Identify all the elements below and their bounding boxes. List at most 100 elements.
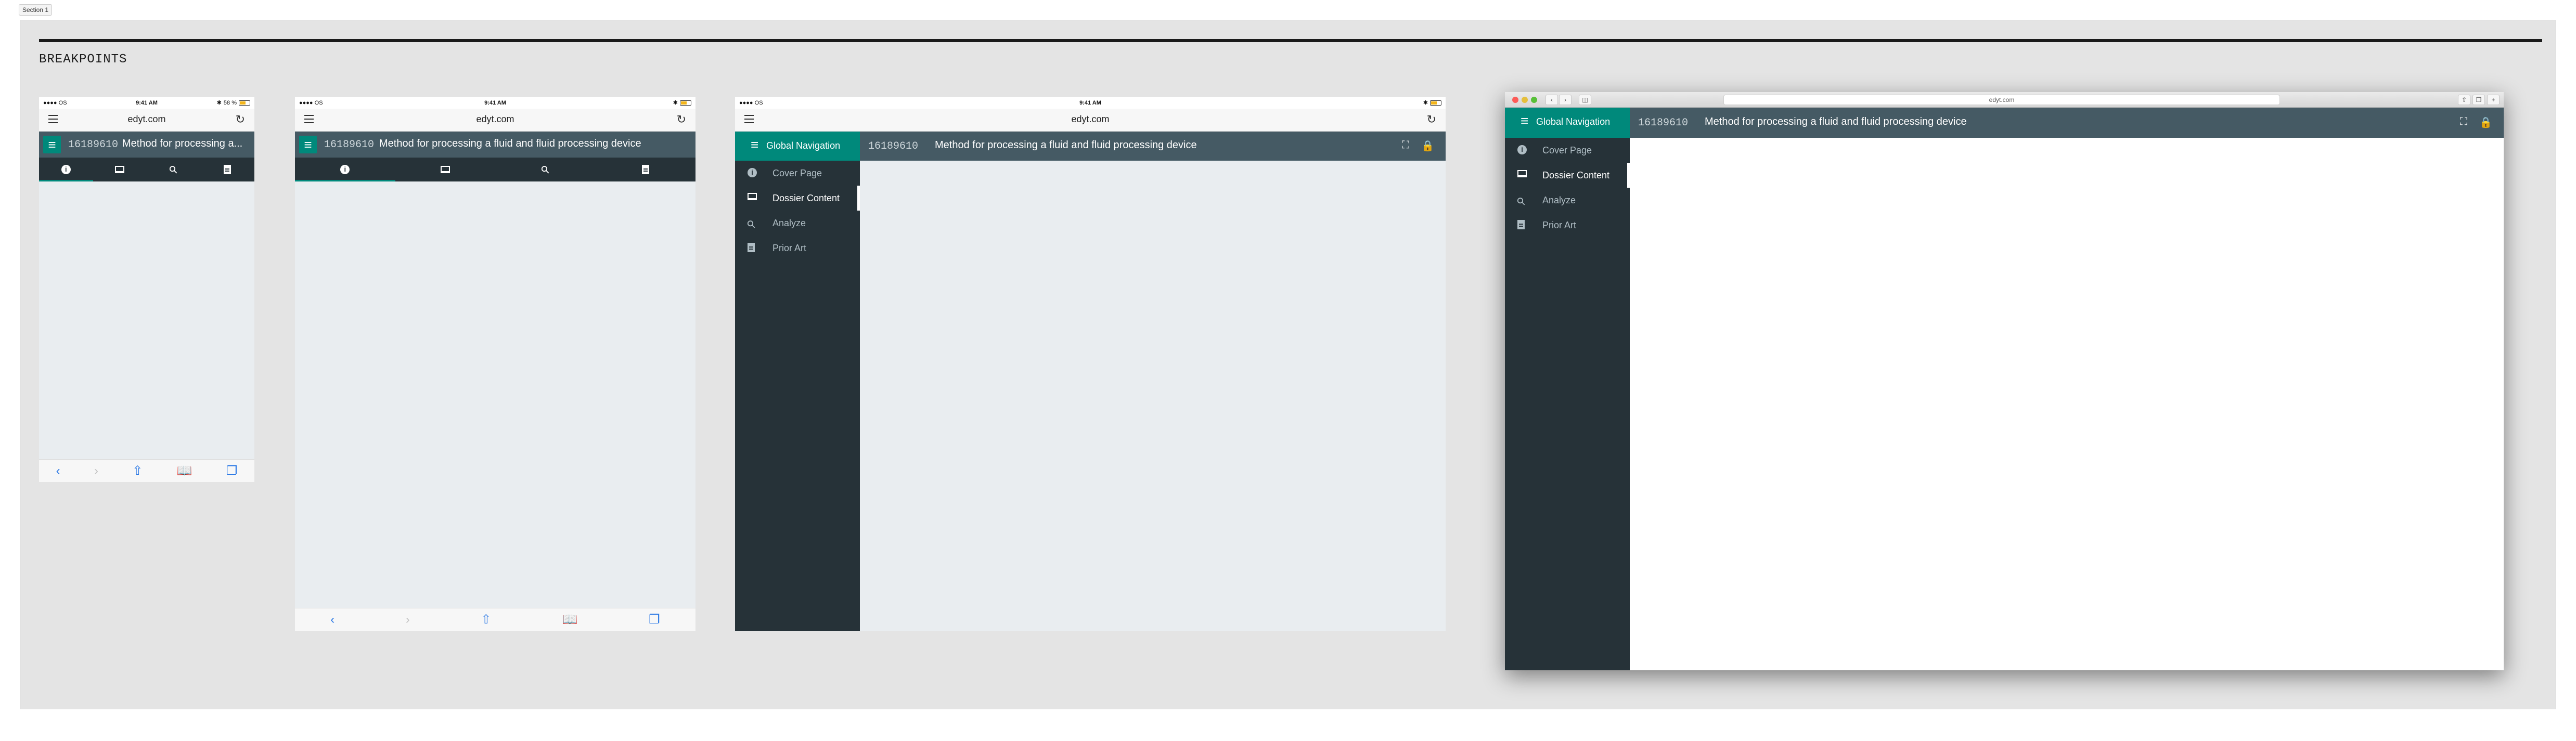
status-bar: ●●●● OS 9:41 AM ✱ 58 % (39, 97, 254, 109)
document-icon (1517, 220, 1525, 229)
nav-item-label: Dossier Content (1542, 170, 1610, 180)
nav-item-label: Dossier Content (772, 193, 840, 203)
tab-bar: i ⚲ (39, 158, 254, 181)
lock-icon[interactable]: 🔒 (2479, 116, 2492, 129)
safari-toolbar: ‹ › ⇧ 📖 ❐ (295, 608, 695, 631)
nav-item-label: Cover Page (772, 168, 822, 178)
forward-icon[interactable]: › (406, 613, 410, 627)
url-text[interactable]: edyt.com (735, 114, 1446, 125)
nav-item-label: Prior Art (1542, 220, 1577, 230)
reload-icon[interactable]: ↻ (677, 113, 686, 126)
desktop-browser-frame: ‹ › ◫ edyt.com ⇧ ❐ + 16189610 Method for… (1505, 92, 2504, 670)
url-bar[interactable]: edyt.com ↻ (295, 109, 695, 132)
reload-icon[interactable]: ↻ (236, 113, 245, 126)
tabs-icon[interactable]: ❐ (226, 463, 238, 478)
nav-item-dossier-content[interactable]: Dossier Content (1505, 163, 1630, 188)
back-icon[interactable]: ‹ (56, 464, 60, 478)
tab-cover-page[interactable]: i (39, 158, 93, 181)
status-bar: ●●●● OS 9:41 AM ✱ (295, 97, 695, 109)
global-nav-header[interactable]: ≡ Global Navigation (735, 132, 860, 161)
search-icon: ⚲ (167, 163, 181, 177)
info-icon: i (61, 165, 71, 174)
global-nav-label: Global Navigation (766, 140, 841, 151)
share-icon[interactable]: ⇧ (481, 612, 491, 627)
bluetooth-icon: ✱ (673, 100, 678, 106)
nav-item-dossier-content[interactable]: Dossier Content (735, 186, 860, 211)
zoom-window-icon[interactable] (1531, 97, 1537, 103)
nav-item-label: Cover Page (1542, 145, 1592, 155)
info-icon: i (748, 168, 757, 177)
tabs-icon[interactable]: ❐ (649, 612, 660, 627)
dossier-icon (1517, 170, 1527, 177)
page-heading: BREAKPOINTS (39, 53, 127, 67)
tab-dossier[interactable] (395, 158, 496, 181)
battery-icon (1430, 100, 1441, 106)
nav-item-cover-page[interactable]: i Cover Page (1505, 138, 1630, 163)
nav-item-prior-art[interactable]: Prior Art (1505, 213, 1630, 238)
tab-dossier[interactable] (93, 158, 147, 181)
patent-number: 16189610 (868, 140, 919, 152)
fullscreen-icon[interactable]: ⛶ (2460, 116, 2467, 128)
search-icon: ⚲ (538, 163, 552, 177)
url-text[interactable]: edyt.com (295, 114, 695, 125)
menu-button[interactable] (299, 136, 317, 153)
dossier-icon (748, 193, 757, 200)
minimize-window-icon[interactable] (1522, 97, 1528, 103)
url-text[interactable]: edyt.com (39, 114, 254, 125)
tab-prior-art[interactable] (596, 158, 696, 181)
patent-title: Method for processing a fluid and fluid … (935, 139, 1197, 151)
patent-number: 16189610 (68, 139, 119, 151)
browser-chrome: ‹ › ◫ edyt.com ⇧ ❐ + (1505, 92, 2504, 108)
global-nav-header[interactable]: ≡ Global Navigation (1505, 108, 1630, 138)
back-icon[interactable]: ‹ (1545, 95, 1558, 105)
tab-bar: i ⚲ (295, 158, 695, 181)
info-icon: i (340, 165, 350, 174)
forward-icon[interactable]: › (1559, 95, 1572, 105)
tab-analyze[interactable]: ⚲ (147, 158, 201, 181)
menu-icon[interactable]: ≡ (1521, 113, 1528, 129)
global-navigation: ≡ Global Navigation i Cover Page Dossier C… (735, 132, 860, 631)
sidebar-icon[interactable]: ◫ (1579, 95, 1591, 105)
nav-item-analyze[interactable]: ⚲ Analyze (735, 211, 860, 236)
back-icon[interactable]: ‹ (330, 613, 334, 627)
patent-number: 16189610 (324, 139, 375, 151)
fullscreen-icon[interactable]: ⛶ (1402, 139, 1409, 151)
reload-icon[interactable]: ↻ (1427, 113, 1436, 126)
lock-icon[interactable]: 🔒 (1421, 139, 1434, 152)
phone-large-frame: ●●●● OS 9:41 AM ✱ edyt.com ↻ 16189610 Me… (295, 97, 695, 631)
document-icon (748, 243, 755, 252)
menu-button[interactable] (43, 136, 61, 153)
tabs-icon[interactable]: ❐ (2472, 95, 2485, 105)
document-icon (224, 165, 231, 174)
patent-title: Method for processing a... (122, 138, 243, 149)
tab-analyze[interactable]: ⚲ (495, 158, 596, 181)
patent-number: 16189610 (1638, 117, 1689, 129)
share-icon[interactable]: ⇧ (2458, 95, 2470, 105)
tablet-frame: ●●●● OS 9:41 AM ✱ edyt.com ↻ 16189610 Me… (735, 97, 1446, 631)
close-window-icon[interactable] (1512, 97, 1518, 103)
bookmarks-icon[interactable]: 📖 (177, 463, 192, 478)
search-icon: ⚲ (1514, 194, 1528, 209)
url-bar[interactable]: edyt.com ↻ (735, 109, 1446, 132)
patent-title: Method for processing a fluid and fluid … (379, 138, 641, 149)
bluetooth-icon: ✱ (216, 100, 222, 106)
status-time: 9:41 AM (1079, 100, 1101, 106)
share-icon[interactable]: ⇧ (132, 463, 143, 478)
dossier-icon (115, 166, 125, 173)
menu-icon[interactable]: ≡ (751, 137, 758, 153)
section-label[interactable]: Section 1 (19, 4, 53, 16)
address-bar[interactable]: edyt.com (1723, 95, 2280, 105)
tab-prior-art[interactable] (201, 158, 255, 181)
info-icon: i (1517, 145, 1527, 154)
nav-item-cover-page[interactable]: i Cover Page (735, 161, 860, 186)
nav-item-prior-art[interactable]: Prior Art (735, 236, 860, 261)
new-tab-icon[interactable]: + (2487, 95, 2500, 105)
status-time: 9:41 AM (484, 100, 506, 106)
bookmarks-icon[interactable]: 📖 (562, 612, 578, 627)
global-navigation: ≡ Global Navigation i Cover Page Dossier C… (1505, 108, 1630, 670)
url-bar[interactable]: edyt.com ↻ (39, 109, 254, 132)
patent-title: Method for processing a fluid and fluid … (1705, 116, 1967, 127)
nav-item-analyze[interactable]: ⚲ Analyze (1505, 188, 1630, 213)
tab-cover-page[interactable]: i (295, 158, 395, 181)
forward-icon[interactable]: › (94, 464, 98, 478)
